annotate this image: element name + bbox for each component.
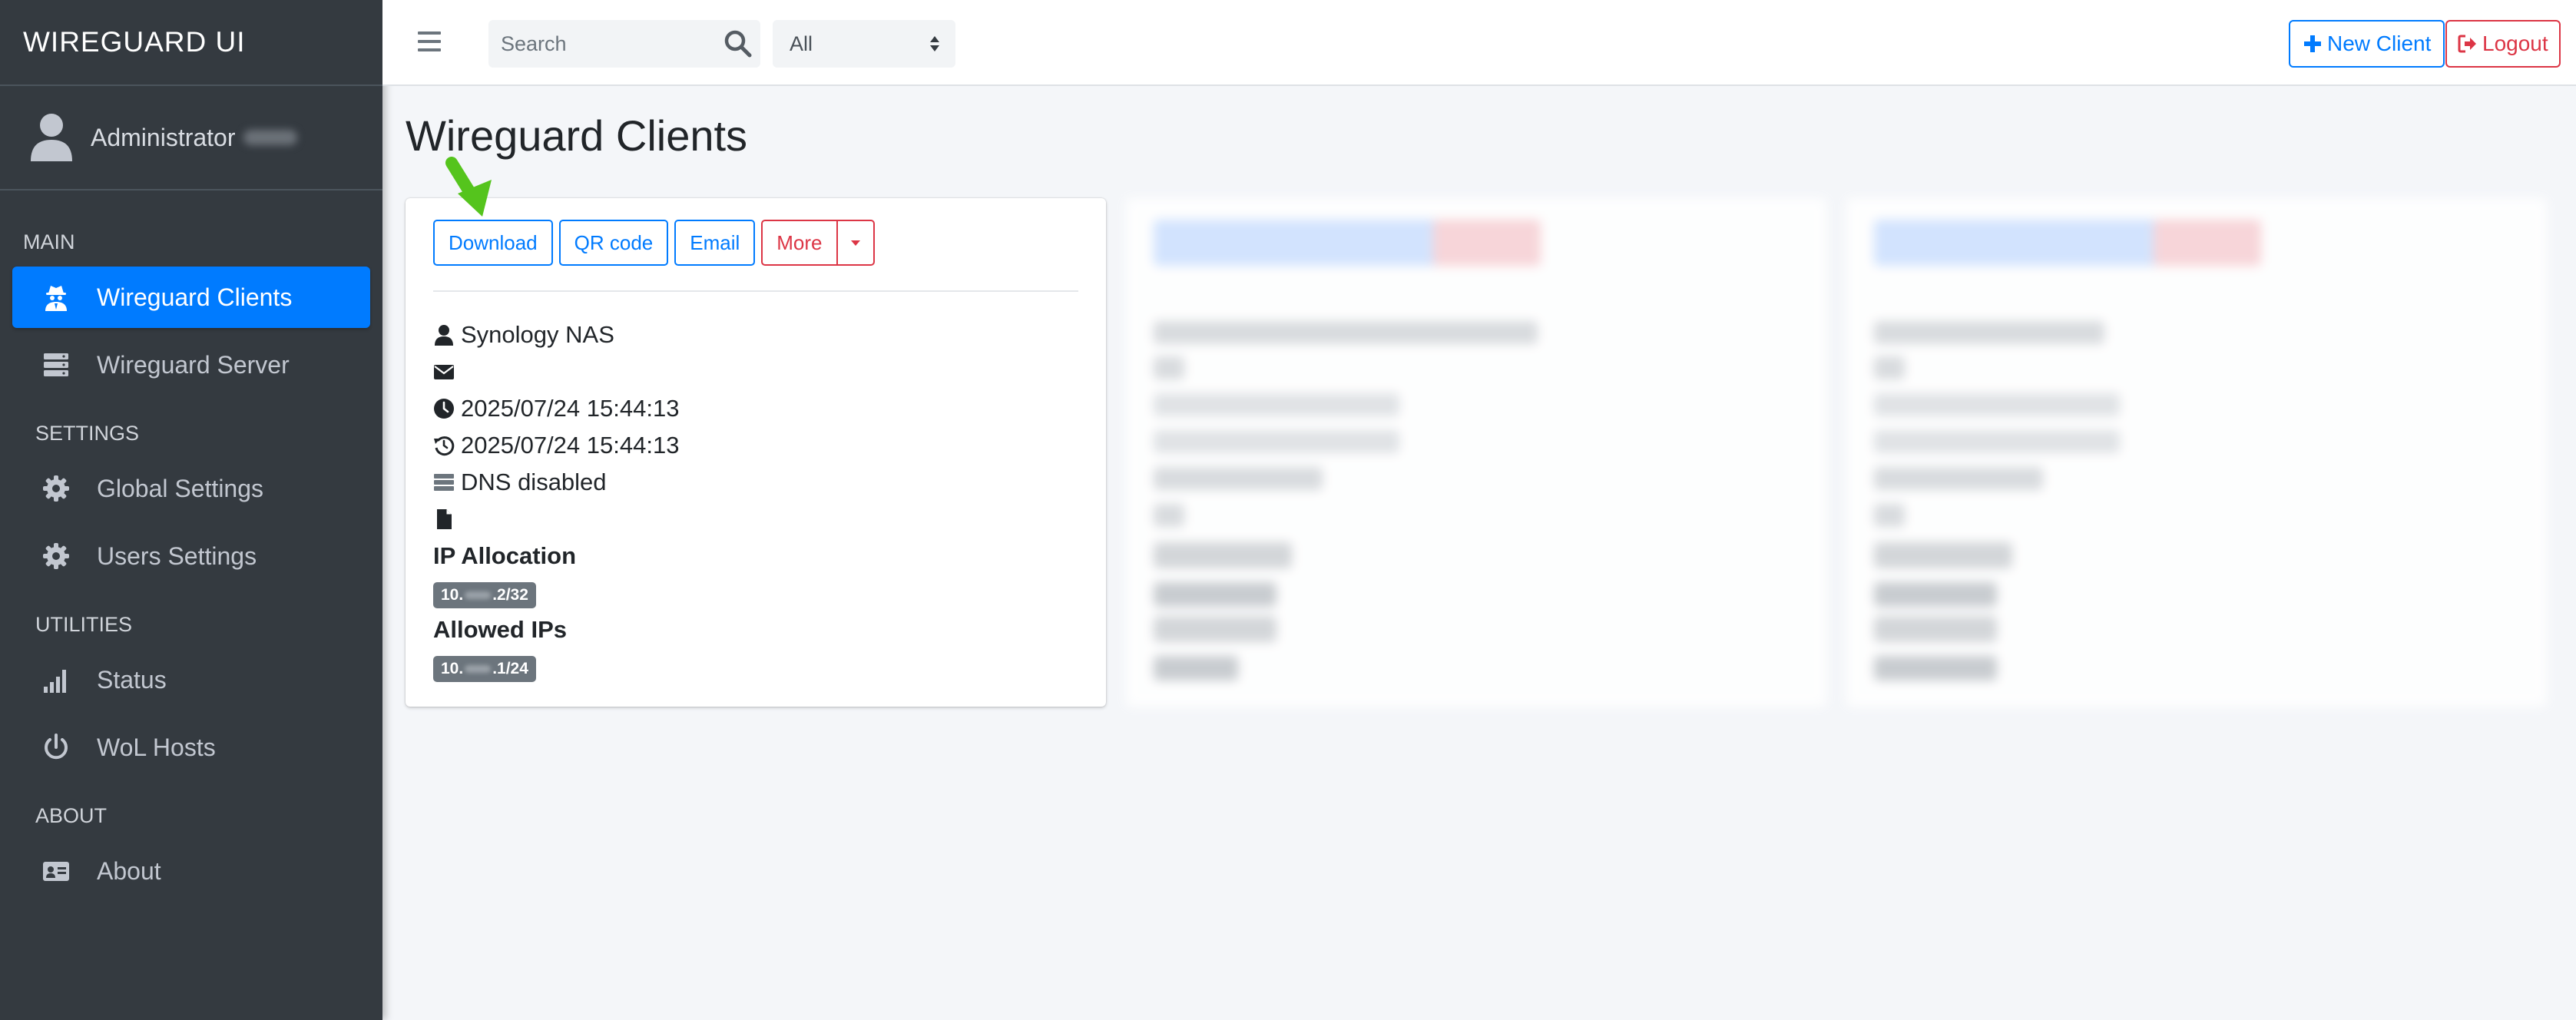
email-button[interactable]: Email: [674, 220, 756, 266]
sidebar-item-status[interactable]: Status: [12, 649, 370, 710]
ip-allocation-label: IP Allocation: [433, 542, 577, 569]
sign-out-icon: [2458, 35, 2476, 53]
client-card: Download QR code Email More Synology NAS…: [406, 198, 1106, 707]
user-avatar-icon: [31, 114, 72, 161]
ip-allocation-prefix: 10.: [441, 586, 464, 604]
client-updated-row: 2025/07/24 15:44:13: [433, 430, 679, 461]
nav-header-utilities: UTILITIES: [35, 613, 133, 636]
user-secret-icon: [45, 286, 67, 311]
user-panel[interactable]: Administrator: [0, 86, 382, 190]
sidebar-item-global-settings[interactable]: Global Settings: [12, 458, 370, 519]
user-icon: [435, 325, 453, 346]
new-client-label: New Client: [2327, 31, 2432, 55]
envelope-icon: [434, 365, 454, 379]
client-card-blurred: [1846, 198, 2547, 707]
sidebar-item-label: WoL Hosts: [97, 733, 216, 761]
sidebar-item-label: Users Settings: [97, 541, 257, 570]
nav-header-main: MAIN: [23, 230, 75, 253]
client-name: Synology NAS: [461, 321, 614, 348]
sidebar-item-wireguard-clients[interactable]: Wireguard Clients: [12, 267, 370, 328]
more-dropdown-toggle[interactable]: [837, 220, 875, 266]
sidebar-item-wireguard-server[interactable]: Wireguard Server: [12, 334, 370, 396]
power-icon: [45, 734, 68, 760]
qr-code-button[interactable]: QR code: [558, 220, 669, 266]
new-client-button[interactable]: New Client: [2289, 20, 2445, 68]
ip-allocation-badge: 10. .2/32: [433, 582, 536, 608]
annotation-arrow-icon: [445, 157, 492, 217]
client-notes-row: [433, 504, 461, 535]
client-updated-at: 2025/07/24 15:44:13: [461, 432, 680, 459]
search-box: [488, 20, 760, 68]
signal-icon: [44, 670, 66, 693]
client-actions: Download QR code Email More: [433, 220, 881, 266]
select-arrows-icon: [930, 36, 939, 51]
sidebar-item-label: Wireguard Clients: [97, 283, 293, 311]
download-button[interactable]: Download: [433, 220, 553, 266]
client-email-row: [433, 356, 461, 387]
sidebar-item-users-settings[interactable]: Users Settings: [12, 525, 370, 587]
user-name: Administrator: [91, 123, 236, 151]
brand-title: WIREGUARD UI: [23, 26, 246, 58]
more-button[interactable]: More: [761, 220, 838, 266]
brand-link[interactable]: WIREGUARD UI: [0, 0, 382, 86]
sidebar-item-about[interactable]: About: [12, 840, 370, 902]
ip-redacted: [465, 591, 492, 599]
user-name-redacted: [243, 130, 297, 145]
gear-icon: [43, 543, 69, 569]
client-created-row: 2025/07/24 15:44:13: [433, 393, 679, 424]
sidebar: WIREGUARD UI Administrator MAIN Wireguar…: [0, 0, 382, 1020]
allowed-ips-badge: 10. .1/24: [433, 656, 536, 682]
top-navbar: All New Client Logout: [382, 0, 2576, 86]
client-dns-status: DNS disabled: [461, 469, 607, 495]
filter-selected-value: All: [790, 31, 813, 55]
card-divider: [433, 290, 1078, 292]
ip-redacted: [465, 665, 492, 673]
clock-icon: [434, 399, 454, 419]
client-dns-row: DNS disabled: [433, 467, 607, 498]
plus-icon: [2304, 35, 2321, 52]
id-card-icon: [43, 862, 69, 881]
sidebar-item-label: Global Settings: [97, 474, 264, 502]
allowed-ips-suffix: .1/24: [492, 660, 528, 677]
client-created-at: 2025/07/24 15:44:13: [461, 395, 680, 422]
client-name-row: Synology NAS: [433, 320, 614, 350]
hamburger-menu-icon[interactable]: [418, 31, 441, 52]
page-title: Wireguard Clients: [406, 111, 748, 160]
allowed-ips-prefix: 10.: [441, 660, 464, 677]
logout-label: Logout: [2482, 31, 2548, 55]
search-input[interactable]: [488, 20, 711, 68]
gear-icon: [43, 475, 69, 502]
status-filter-select[interactable]: All: [773, 20, 955, 68]
sidebar-item-label: About: [97, 856, 161, 885]
sidebar-item-wol-hosts[interactable]: WoL Hosts: [12, 717, 370, 778]
server-icon: [44, 353, 68, 376]
search-icon[interactable]: [723, 29, 753, 58]
client-card-blurred: [1126, 198, 1826, 707]
history-icon: [434, 436, 455, 456]
sidebar-item-label: Status: [97, 665, 167, 694]
sidebar-item-label: Wireguard Server: [97, 350, 290, 379]
nav-header-settings: SETTINGS: [35, 422, 140, 445]
logout-button[interactable]: Logout: [2445, 20, 2561, 68]
server-icon: [434, 474, 454, 491]
caret-down-icon: [850, 240, 860, 246]
nav-header-about: ABOUT: [35, 804, 108, 827]
allowed-ips-label: Allowed IPs: [433, 616, 567, 643]
file-icon: [437, 509, 452, 529]
ip-allocation-suffix: .2/32: [492, 586, 528, 604]
